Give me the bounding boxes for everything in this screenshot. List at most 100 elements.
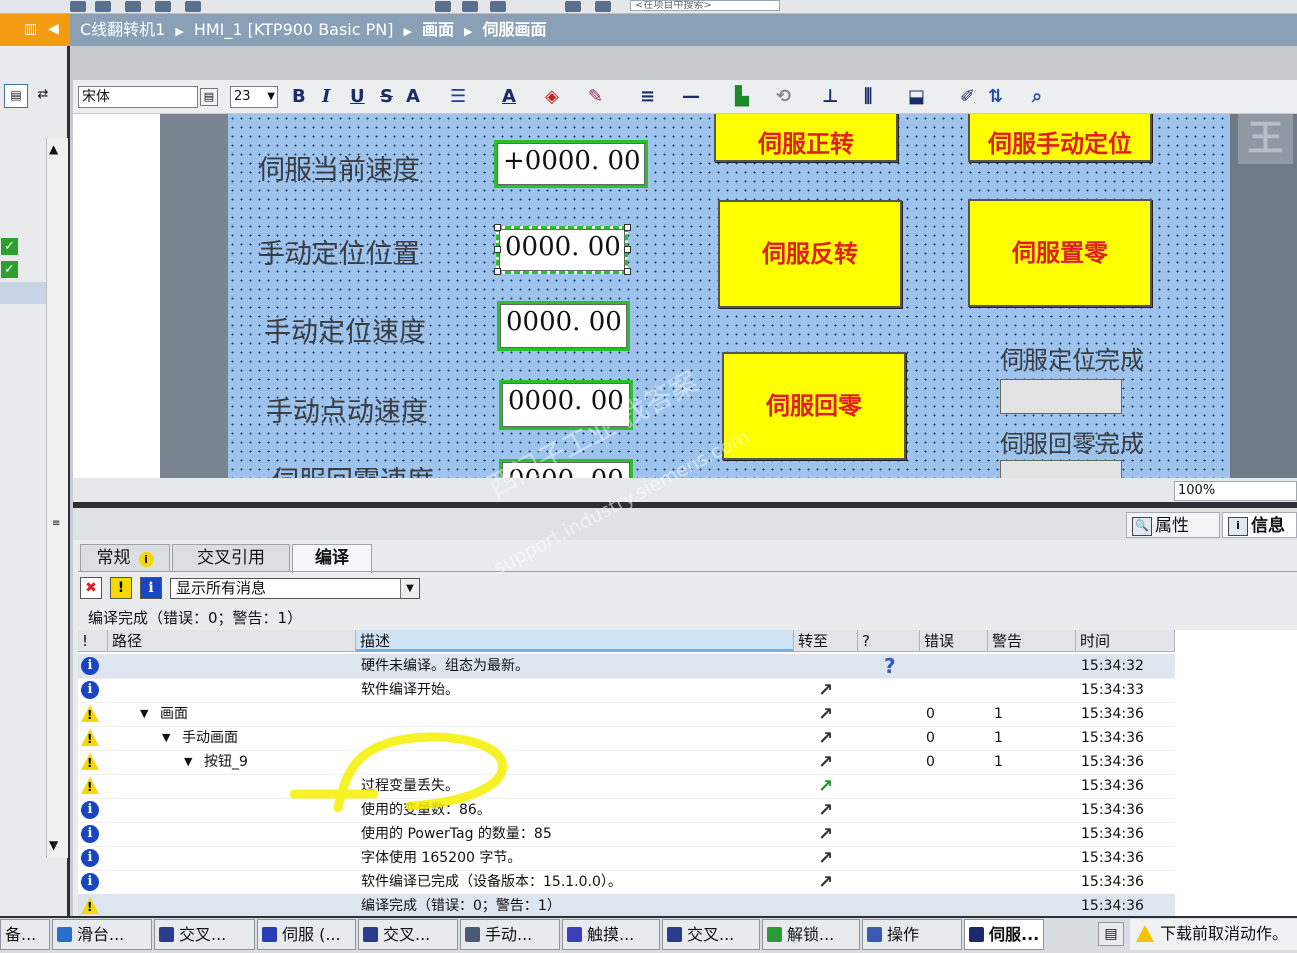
table-row[interactable]: i 使用的变量数：86。 ↗ 15:34:36 xyxy=(78,798,1175,823)
font-family-select[interactable]: 宋体 xyxy=(78,86,198,108)
project-search-input[interactable]: <在项目中搜索> xyxy=(630,0,780,11)
toolbar-icon[interactable] xyxy=(185,1,201,12)
selection-handle[interactable] xyxy=(494,224,501,231)
table-row[interactable]: ! ▼ 画面 ↗ 0 1 15:34:36 xyxy=(78,702,1175,727)
tab-info[interactable]: i 信息 xyxy=(1222,512,1297,538)
button-servo-zero[interactable]: 伺服置零 xyxy=(968,199,1152,307)
taskbar-item[interactable]: 滑台... xyxy=(52,919,152,950)
toolbar-icon[interactable] xyxy=(70,1,86,12)
column-header-path[interactable]: 路径 xyxy=(108,630,356,652)
taskbar-item[interactable]: 交叉... xyxy=(154,919,255,950)
filter-errors-icon[interactable]: ✖ xyxy=(80,577,102,599)
strikethrough-icon[interactable]: S xyxy=(380,86,393,108)
tab-properties[interactable]: 🔍 属性 xyxy=(1126,512,1220,538)
column-header-warnings[interactable]: 警告 xyxy=(988,630,1076,652)
panel-toggle-icon[interactable]: ▥ xyxy=(24,21,37,37)
table-row[interactable]: i 软件编译已完成（设备版本：15.1.0.0）。 ↗ 15:34:36 xyxy=(78,870,1175,895)
label-jog-speed[interactable]: 手动点动速度 xyxy=(266,390,428,429)
status-message[interactable]: 下载前取消动作。 xyxy=(1130,919,1297,950)
column-header-goto[interactable]: 转至 xyxy=(794,630,858,652)
button-servo-manual-position[interactable]: 伺服手动定位 xyxy=(968,114,1152,162)
font-size-select[interactable]: 23 ▼ xyxy=(230,86,278,108)
breadcrumb-item[interactable]: 伺服画面 xyxy=(482,20,546,39)
column-header-help[interactable]: ? xyxy=(858,630,920,652)
taskbar-item[interactable]: 备... xyxy=(0,919,50,950)
selection-handle[interactable] xyxy=(624,246,631,253)
taskbar-item[interactable]: 操作 xyxy=(862,919,962,950)
label-position-done[interactable]: 伺服定位完成 xyxy=(1000,340,1144,375)
taskbar-item[interactable]: 伺服 (... xyxy=(257,919,356,950)
font-color-icon[interactable]: A xyxy=(502,86,516,108)
button-servo-reverse[interactable]: 伺服反转 xyxy=(718,200,902,308)
toolbar-icon[interactable] xyxy=(125,1,141,12)
taskbar-menu-icon[interactable]: ▤ xyxy=(1098,922,1124,946)
text-size-icon[interactable]: A xyxy=(406,86,420,108)
collapse-left-icon[interactable]: ◀ xyxy=(48,21,59,37)
selection-handle[interactable] xyxy=(494,246,501,253)
table-row[interactable]: ! 过程变量丢失。 ↗ 15:34:36 xyxy=(78,774,1175,799)
column-header-errors[interactable]: 错误 xyxy=(920,630,988,652)
chevron-down-icon[interactable]: ▼ xyxy=(400,579,419,598)
taskbar-item[interactable]: 交叉... xyxy=(358,919,458,950)
selection-handle[interactable] xyxy=(624,268,631,275)
table-row[interactable]: ! ▼ 按钮_9 ↗ 0 1 15:34:36 xyxy=(78,750,1175,775)
goto-arrow-icon[interactable]: ↗ xyxy=(818,872,833,893)
label-home-done[interactable]: 伺服回零完成 xyxy=(1000,424,1144,459)
taskbar-item[interactable]: 伺服... xyxy=(964,919,1044,950)
goto-arrow-icon[interactable]: ↗ xyxy=(818,800,833,821)
tab-cross-reference[interactable]: 交叉引用 xyxy=(172,544,290,571)
underline-icon[interactable]: U xyxy=(350,86,365,108)
goto-arrow-icon[interactable]: ↗ xyxy=(818,824,833,845)
column-header-severity[interactable]: ! xyxy=(78,630,108,652)
align-icon[interactable]: ☰ xyxy=(450,86,466,108)
arrange-icon[interactable]: ▙ xyxy=(735,86,749,108)
scroll-grip-icon[interactable]: ≡ xyxy=(52,518,60,529)
table-row[interactable]: ! ▼ 手动画面 ↗ 0 1 15:34:36 xyxy=(78,726,1175,751)
column-header-description[interactable]: 描述 xyxy=(356,630,794,652)
expand-toggle-icon[interactable]: ▼ xyxy=(184,750,192,774)
bold-icon[interactable]: B xyxy=(292,86,306,108)
zoom-icon[interactable]: ⌕ xyxy=(1032,86,1042,108)
taskbar-item[interactable]: 手动... xyxy=(460,919,560,950)
toolbar-icon[interactable] xyxy=(435,1,451,12)
goto-arrow-icon[interactable]: ↗ xyxy=(818,680,833,701)
goto-arrow-icon[interactable]: ↗ xyxy=(818,776,833,797)
export-icon[interactable]: ⇄ xyxy=(32,84,54,106)
expand-toggle-icon[interactable]: ▼ xyxy=(140,702,148,726)
tab-compile[interactable]: 编译 xyxy=(292,544,372,573)
breadcrumb-item[interactable]: HMI_1 [KTP900 Basic PN] xyxy=(194,20,394,39)
goto-arrow-icon[interactable]: ↗ xyxy=(818,704,833,725)
toolbar-icon[interactable] xyxy=(462,1,478,12)
toolbar-icon[interactable] xyxy=(595,1,611,12)
scroll-up-icon[interactable]: ▲ xyxy=(49,142,58,156)
distribute-icon[interactable]: ⫼ xyxy=(864,86,872,108)
rotate-icon[interactable]: ⟲ xyxy=(776,86,791,108)
left-collapse-bar[interactable]: ▥ ◀ xyxy=(0,14,70,46)
selection-handle[interactable] xyxy=(494,268,501,275)
expand-toggle-icon[interactable]: ▼ xyxy=(162,726,170,750)
table-row[interactable]: i 软件编译开始。 ↗ 15:34:33 xyxy=(78,678,1175,703)
hmi-screen-canvas[interactable]: 伺服当前速度 手动定位位置 手动定位速度 手动点动速度 伺服回零速度 +0000… xyxy=(228,114,1230,478)
italic-icon[interactable]: I xyxy=(322,86,330,108)
breadcrumb-item[interactable]: 画面 xyxy=(422,20,454,39)
line-style-icon[interactable]: ≡ xyxy=(640,86,655,108)
message-filter-select[interactable]: 显示所有消息 ▼ xyxy=(170,578,420,599)
align-objects-icon[interactable]: ⊥ xyxy=(822,86,838,108)
layer-icon[interactable]: ⇅ xyxy=(988,86,1003,108)
toolbar-icon[interactable] xyxy=(155,1,171,12)
io-field-manual-pos-speed[interactable]: 0000. 00 xyxy=(497,301,630,351)
selected-tree-row[interactable] xyxy=(0,282,46,304)
taskbar-item[interactable]: 触摸... xyxy=(562,919,660,950)
filter-info-icon[interactable]: i xyxy=(140,577,162,599)
help-icon[interactable]: ? xyxy=(884,654,896,678)
indicator-position-done[interactable] xyxy=(1000,379,1122,414)
io-field-manual-position[interactable]: 0000. 00 xyxy=(496,226,628,274)
selection-handle[interactable] xyxy=(624,224,631,231)
font-dialog-icon[interactable]: ▤ xyxy=(200,88,218,106)
filter-warnings-icon[interactable]: ! xyxy=(110,577,132,599)
io-field-current-speed[interactable]: +0000. 00 xyxy=(494,140,648,188)
label-manual-position[interactable]: 手动定位位置 xyxy=(258,232,420,271)
zoom-select[interactable]: 100% xyxy=(1174,481,1297,501)
column-header-time[interactable]: 时间 xyxy=(1076,630,1175,652)
indicator-home-done[interactable] xyxy=(1000,460,1122,478)
